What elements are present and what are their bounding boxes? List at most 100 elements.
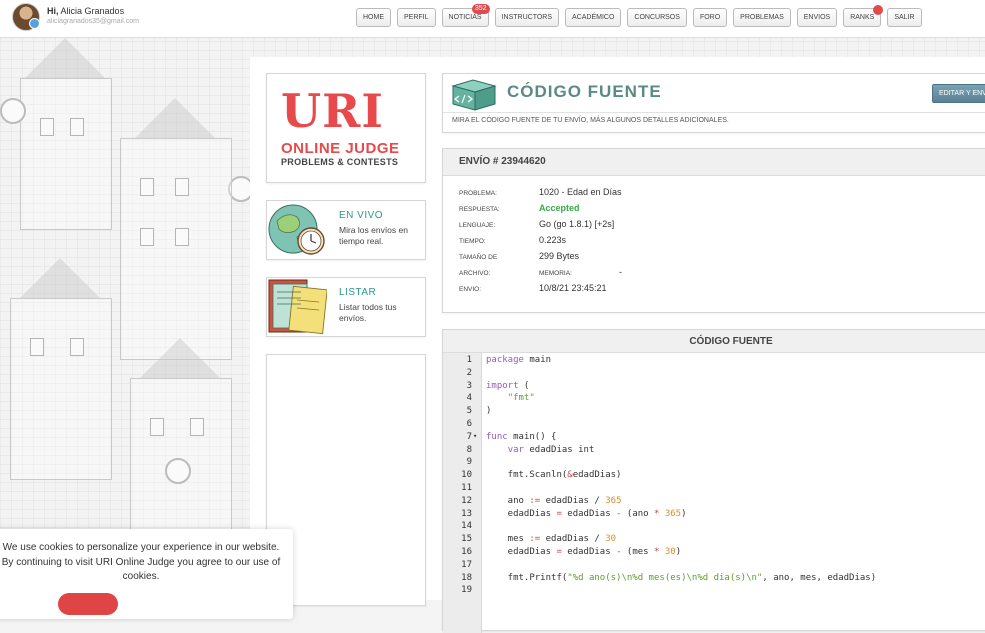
line-number: 1 xyxy=(466,355,472,365)
bg-roof xyxy=(140,338,220,378)
code-token: edadDias int xyxy=(523,444,595,455)
page-title: CÓDIGO FUENTE xyxy=(507,82,662,101)
header-divider xyxy=(443,112,985,113)
code-line: 5 ) xyxy=(443,406,985,419)
nav-problemas-label: PROBLEMAS xyxy=(740,14,784,21)
fold-toggle-icon[interactable]: ▾ xyxy=(473,432,477,440)
bg-window xyxy=(150,418,164,436)
list-submissions-card[interactable]: LISTAR Listar todos tus envíos. xyxy=(266,277,426,337)
nav-home-label: HOME xyxy=(363,14,384,21)
nav-home[interactable]: HOME xyxy=(356,8,391,27)
submission-details-header: ENVÍO # 23944620 xyxy=(443,149,985,176)
nav-ranks[interactable]: RANKS xyxy=(843,5,884,27)
code-line: 8 var edadDias int xyxy=(443,445,985,458)
code-editor[interactable]: 1 package main 2 3 import ( 4 "fmt" 5 ) … xyxy=(443,353,985,633)
code-token: edadDias xyxy=(561,508,617,519)
detail-label: TAMAÑO DE xyxy=(459,254,498,261)
code-token: (mes xyxy=(621,547,654,557)
line-number: 9 xyxy=(466,457,472,468)
code-line: 3 import ( xyxy=(443,381,985,394)
line-number: 7 xyxy=(466,431,472,442)
problem-link[interactable]: 1020 - Edad en Días xyxy=(539,187,622,197)
source-code-title: CÓDIGO FUENTE xyxy=(689,336,773,347)
code-token: mes xyxy=(486,534,530,545)
edit-and-submit-button[interactable]: EDITAR Y ENV xyxy=(932,84,985,103)
code-text: mes := edadDias / 30 xyxy=(486,534,616,544)
verdict-accepted: Accepted xyxy=(539,203,580,213)
live-submissions-card[interactable]: EN VIVO Mira los envíos en tiempo real. xyxy=(266,200,426,260)
list-title: LISTAR xyxy=(339,287,377,298)
code-token: ( xyxy=(518,380,530,391)
main-content: URI ONLINE JUDGE PROBLEMS & CONTESTS EN … xyxy=(250,57,985,633)
detail-label: RESPUESTA: xyxy=(459,206,500,213)
code-line: 12 ano := edadDias / 365 xyxy=(443,496,985,509)
nav-envios[interactable]: ENVIOS xyxy=(796,8,838,27)
cookie-accept-button[interactable] xyxy=(58,593,118,615)
code-box-icon xyxy=(451,79,497,111)
code-token: edadDias / xyxy=(540,495,606,506)
documents-icon xyxy=(268,279,327,335)
code-line: 19 xyxy=(443,585,985,598)
globe-clock-icon xyxy=(268,204,325,255)
code-line: 13 edadDias = edadDias - (ano * 365) xyxy=(443,509,985,522)
code-line: 14 xyxy=(443,521,985,534)
code-token: main xyxy=(523,355,552,365)
nav-instructors[interactable]: INSTRUCTORS xyxy=(494,8,560,27)
bg-window xyxy=(70,118,84,136)
line-number: 8 xyxy=(466,444,472,455)
number-literal: 30 xyxy=(605,534,617,545)
line-number: 6 xyxy=(466,419,472,429)
user-email: aliciagranados35@gmail.com xyxy=(47,18,139,25)
operator: := xyxy=(529,495,541,506)
bg-roof xyxy=(135,98,215,138)
line-number: 4 xyxy=(466,393,472,404)
user-name[interactable]: Alicia Granados xyxy=(61,6,125,16)
line-number: 16 xyxy=(461,547,472,557)
code-text: func main() { xyxy=(486,432,556,442)
code-line: 10 fmt.Scanln(&edadDias) xyxy=(443,470,985,483)
list-desc: Listar todos tus envíos. xyxy=(339,302,397,323)
submission-id-title: ENVÍO # 23944620 xyxy=(459,156,546,167)
logo-problems-contests: PROBLEMS & CONTESTS xyxy=(281,157,399,167)
bg-window xyxy=(140,228,154,246)
uri-logo-card[interactable]: URI ONLINE JUDGE PROBLEMS & CONTESTS xyxy=(266,73,426,183)
nav-salir[interactable]: SALIR xyxy=(887,8,922,27)
logo-online-judge: ONLINE JUDGE xyxy=(281,140,400,157)
code-text: edadDias = edadDias - (ano * 365) xyxy=(486,509,687,519)
line-number: 3 xyxy=(466,380,472,391)
bg-window xyxy=(190,418,204,436)
detail-row-file-size: TAMAÑO DE 299 Bytes xyxy=(459,251,979,265)
nav-foro[interactable]: FORO xyxy=(692,8,728,27)
bg-window xyxy=(175,178,189,196)
line-number: 14 xyxy=(461,521,472,532)
detail-value: Go (go 1.8.1) [+2s] xyxy=(539,219,615,229)
nav-problemas[interactable]: PROBLEMAS xyxy=(733,8,791,27)
ranks-notification-dot xyxy=(873,5,884,15)
logo-uri-text: URI xyxy=(281,84,384,138)
code-line: 1 package main xyxy=(443,355,985,368)
nav-perfil-label: PERFIL xyxy=(404,14,429,21)
detail-row-language: LENGUAJE: Go (go 1.8.1) [+2s] xyxy=(459,219,979,233)
detail-row-time: TIEMPO: 0.223s xyxy=(459,235,979,249)
code-token: edadDias xyxy=(486,508,557,519)
bg-window xyxy=(175,228,189,246)
nav-perfil[interactable]: PERFIL xyxy=(397,8,436,27)
detail-row-submitted: ENVIO: 10/8/21 23:45:21 xyxy=(459,283,979,297)
nav-noticias[interactable]: NOTICIAS 352 xyxy=(441,4,490,27)
bg-house xyxy=(10,298,112,480)
bg-house xyxy=(120,138,232,360)
code-token: edadDias / xyxy=(540,534,606,545)
code-line: 11 xyxy=(443,483,985,496)
bg-round-window xyxy=(0,98,26,124)
line-number: 12 xyxy=(461,495,472,506)
live-title: EN VIVO xyxy=(339,210,384,221)
nav-concursos[interactable]: CONCURSOS xyxy=(627,8,687,27)
line-number: 13 xyxy=(461,508,472,519)
bg-window xyxy=(40,118,54,136)
nav-academico[interactable]: ACADÉMICO xyxy=(565,8,622,27)
keyword: import xyxy=(486,380,519,391)
code-text: import ( xyxy=(486,381,529,391)
bg-window xyxy=(30,338,44,356)
code-token: fmt.Scanln( xyxy=(486,470,568,481)
